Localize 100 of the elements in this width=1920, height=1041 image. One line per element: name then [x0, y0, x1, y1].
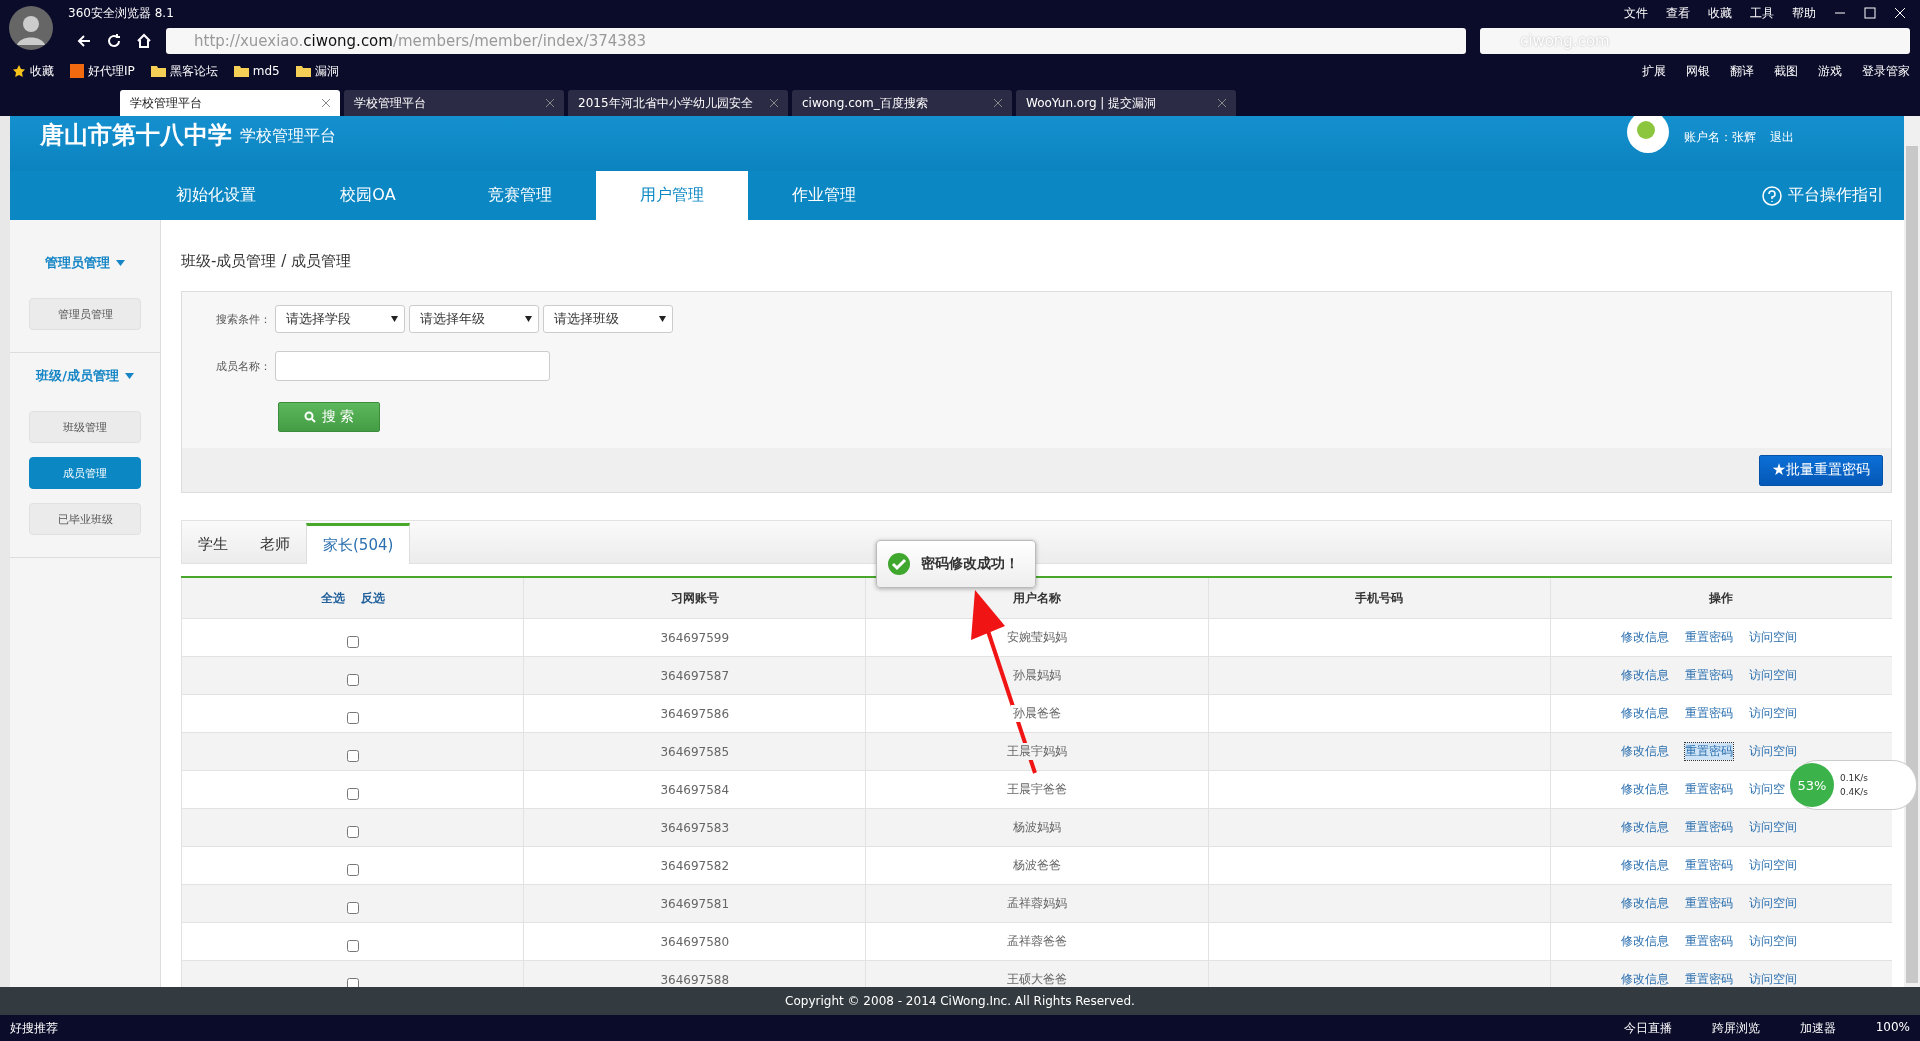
help-link[interactable]: 平台操作指引 [1788, 185, 1884, 206]
action-link[interactable]: 访问空间 [1748, 667, 1797, 684]
row-checkbox[interactable] [346, 863, 359, 876]
action-link[interactable]: 重置密码 [1684, 857, 1733, 874]
action-link[interactable]: 重置密码 [1684, 743, 1733, 760]
bookmark[interactable]: 黑客论坛 [169, 62, 218, 80]
toolbar-item[interactable]: 登录管家 [1862, 62, 1910, 80]
row-checkbox[interactable] [346, 939, 359, 952]
toolbar-item[interactable]: 翻译 [1730, 62, 1754, 80]
search-button[interactable]: 搜 索 [278, 402, 380, 432]
row-checkbox[interactable] [346, 711, 359, 724]
bookmark[interactable]: md5 [252, 64, 280, 78]
row-checkbox[interactable] [346, 787, 359, 800]
action-link[interactable]: 修改信息 [1620, 743, 1669, 760]
tab[interactable]: 家长(504) [306, 523, 411, 564]
menu-item[interactable]: 收藏 [1708, 4, 1732, 22]
action-link[interactable]: 访问空间 [1748, 933, 1797, 950]
action-link[interactable]: 修改信息 [1620, 933, 1669, 950]
action-link[interactable]: 重置密码 [1684, 971, 1733, 987]
action-link[interactable]: 修改信息 [1620, 819, 1669, 836]
row-checkbox[interactable] [346, 749, 359, 762]
url-field[interactable]: http://xuexiao.ciwong.com/members/member/index/374383 [166, 28, 1466, 54]
select-field[interactable]: 请选择学段 [275, 305, 405, 333]
table-cell: 孙晨爸爸 [1011, 705, 1063, 722]
tab[interactable]: 老师 [244, 524, 306, 564]
menu-item[interactable]: 工具 [1750, 4, 1774, 22]
status-item[interactable]: 跨屏浏览 [1711, 1019, 1760, 1037]
select-field[interactable]: 请选择年级 [409, 305, 539, 333]
bookmark[interactable]: 收藏 [30, 62, 54, 80]
action-link[interactable]: 重置密码 [1684, 819, 1733, 836]
action-link[interactable]: 访问空间 [1748, 743, 1797, 760]
status-item[interactable]: 今日直播 [1623, 1019, 1672, 1037]
row-checkbox[interactable] [346, 977, 359, 987]
action-link[interactable]: 修改信息 [1620, 781, 1669, 798]
account-name: 账户名：张辉 [1684, 128, 1756, 146]
name-input[interactable] [275, 351, 550, 381]
row-checkbox[interactable] [346, 901, 359, 914]
refresh-icon[interactable] [106, 33, 122, 49]
action-link[interactable]: 访问空间 [1748, 857, 1797, 874]
sidebar-item[interactable]: 已毕业班级 [29, 503, 141, 535]
menu-item[interactable]: 帮助 [1792, 4, 1816, 22]
action-link[interactable]: 修改信息 [1620, 667, 1669, 684]
sidebar-item[interactable]: 班级管理 [29, 411, 141, 443]
action-link[interactable]: 修改信息 [1620, 705, 1669, 722]
select-all-link[interactable]: 全选 [320, 589, 345, 607]
nav-tab[interactable]: 用户管理 [596, 171, 748, 220]
select-field[interactable]: 请选择班级 [543, 305, 673, 333]
row-checkbox[interactable] [346, 673, 359, 686]
action-link[interactable]: 访问空 [1748, 781, 1785, 798]
row-checkbox[interactable] [346, 635, 359, 648]
help-icon[interactable] [1762, 185, 1782, 206]
toolbar-item[interactable]: 截图 [1774, 62, 1798, 80]
table-cell: 孙晨妈妈 [1011, 667, 1063, 684]
action-link[interactable]: 重置密码 [1684, 629, 1733, 646]
action-link[interactable]: 重置密码 [1684, 895, 1733, 912]
zoom-level[interactable]: 100% [1875, 1019, 1910, 1037]
menu-item[interactable]: 查看 [1666, 4, 1690, 22]
action-link[interactable]: 重置密码 [1684, 933, 1733, 950]
action-link[interactable]: 重置密码 [1684, 705, 1733, 722]
maximize-icon[interactable] [1864, 7, 1876, 19]
status-item[interactable]: 加速器 [1799, 1019, 1836, 1037]
logout-link[interactable]: 退出 [1770, 128, 1794, 146]
sidebar-item[interactable]: 管理员管理 [29, 298, 141, 330]
sidebar-item[interactable]: 成员管理 [29, 457, 141, 489]
row-checkbox[interactable] [346, 825, 359, 838]
back-icon[interactable] [76, 33, 92, 49]
action-link[interactable]: 访问空间 [1748, 819, 1797, 836]
action-link[interactable]: 修改信息 [1620, 629, 1669, 646]
action-link[interactable]: 修改信息 [1620, 971, 1669, 987]
action-link[interactable]: 重置密码 [1684, 667, 1733, 684]
bookmark[interactable]: 好代理IP [88, 62, 135, 80]
action-link[interactable]: 修改信息 [1620, 857, 1669, 874]
invert-link[interactable]: 反选 [360, 589, 385, 607]
browser-tab[interactable]: 学校管理平台 [344, 90, 564, 116]
toolbar-item[interactable]: 游戏 [1818, 62, 1842, 80]
nav-tab[interactable]: 初始化设置 [140, 171, 292, 220]
browser-tab[interactable]: 2015年河北省中小学幼儿园安全 [568, 90, 788, 116]
nav-tab[interactable]: 竞赛管理 [444, 171, 596, 220]
browser-tab[interactable]: 学校管理平台 [120, 90, 340, 116]
status-item[interactable]: 好搜推荐 [10, 1019, 58, 1037]
sidebar-heading[interactable]: 班级/成员管理 [36, 367, 119, 385]
browser-tab[interactable]: WooYun.org | 提交漏洞 [1016, 90, 1236, 116]
nav-tab[interactable]: 校园OA [292, 171, 444, 220]
menu-item[interactable]: 文件 [1624, 4, 1648, 22]
tab[interactable]: 学生 [182, 524, 244, 564]
action-link[interactable]: 修改信息 [1620, 895, 1669, 912]
action-link[interactable]: 访问空间 [1748, 971, 1797, 987]
sidebar-heading[interactable]: 管理员管理 [45, 254, 110, 272]
nav-tab[interactable]: 作业管理 [748, 171, 900, 220]
toolbar-item[interactable]: 扩展 [1642, 62, 1666, 80]
toolbar-item[interactable]: 网银 [1686, 62, 1710, 80]
batch-reset-button[interactable]: ★批量重置密码 [1759, 454, 1883, 486]
action-link[interactable]: 重置密码 [1684, 781, 1733, 798]
action-link[interactable]: 访问空间 [1748, 705, 1797, 722]
action-link[interactable]: 访问空间 [1748, 895, 1797, 912]
field-label: 搜索条件： [216, 311, 271, 327]
action-link[interactable]: 访问空间 [1748, 629, 1797, 646]
browser-tab[interactable]: ciwong.com_百度搜索 [792, 90, 1012, 116]
bookmark[interactable]: 漏洞 [314, 62, 339, 80]
home-icon[interactable] [136, 33, 152, 49]
